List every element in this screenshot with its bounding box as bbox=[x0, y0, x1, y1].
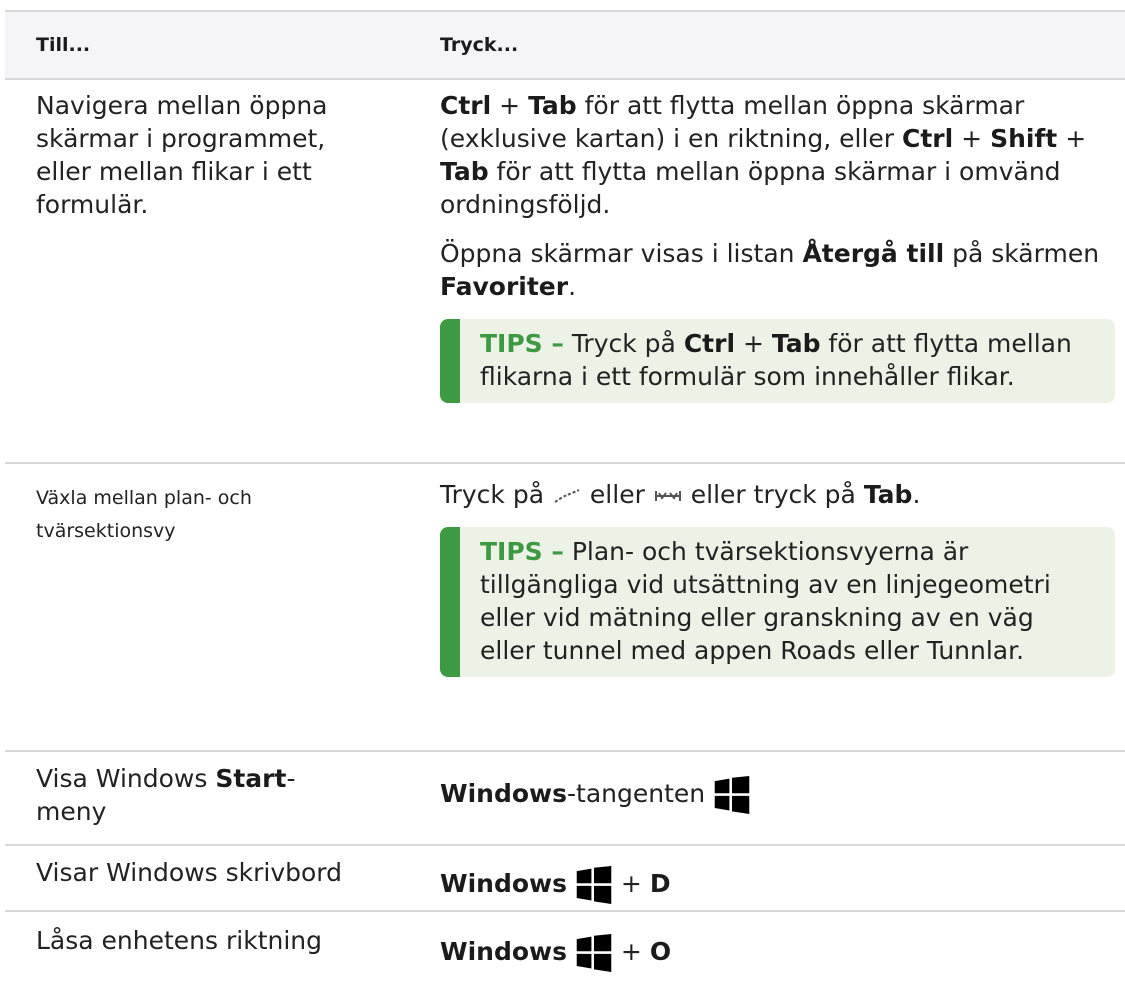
row-keys: Windows + D bbox=[440, 864, 1115, 906]
row-action: Navigera mellan öppna skärmar i programm… bbox=[36, 91, 328, 219]
paragraph: Ctrl + Tab för att flytta mellan öppna s… bbox=[440, 91, 1087, 219]
row-keys: Windows-tangenten bbox=[440, 774, 1115, 816]
header-col-tryck: Tryck... bbox=[440, 34, 519, 56]
row-action: Växla mellan plan- och tvärsektionsvy bbox=[36, 487, 252, 542]
tip-box: TIPS – Tryck på Ctrl + Tab för att flytt… bbox=[440, 319, 1115, 403]
cross-section-icon bbox=[654, 491, 681, 501]
windows-logo-icon bbox=[576, 934, 612, 972]
row-keys: Tryck på eller eller tryck på Tab. TIPS … bbox=[440, 478, 1115, 677]
row-keys: Ctrl + Tab för att flytta mellan öppna s… bbox=[440, 89, 1115, 403]
tip-label: TIPS – bbox=[480, 329, 564, 358]
row-keys: Windows + O bbox=[440, 932, 1115, 974]
windows-logo-icon bbox=[576, 866, 612, 904]
plan-view-icon bbox=[554, 489, 580, 503]
tip-label: TIPS – bbox=[480, 537, 564, 566]
paragraph: Tryck på eller eller tryck på Tab. bbox=[440, 480, 921, 509]
tip-box: TIPS – Plan- och tvärsektionsvyerna är t… bbox=[440, 527, 1115, 677]
table-row: Växla mellan plan- och tvärsektionsvy Tr… bbox=[5, 462, 1125, 752]
header-col-till: Till... bbox=[36, 34, 91, 56]
table-row: Navigera mellan öppna skärmar i programm… bbox=[5, 76, 1125, 464]
row-action: Låsa enhetens riktning bbox=[36, 926, 322, 955]
table-row: Visa Windows Start-meny Windows-tangente… bbox=[5, 750, 1125, 846]
paragraph: Öppna skärmar visas i listan Återgå till… bbox=[440, 239, 1100, 301]
table-row: Visar Windows skrivbord Windows + D bbox=[5, 844, 1125, 912]
table-row: Låsa enhetens riktning Windows + O bbox=[5, 910, 1125, 994]
row-action: Visa Windows Start-meny bbox=[36, 764, 296, 826]
row-action: Visar Windows skrivbord bbox=[36, 858, 343, 887]
windows-logo-icon bbox=[714, 776, 750, 814]
table-header: Till... Tryck... bbox=[5, 10, 1125, 80]
